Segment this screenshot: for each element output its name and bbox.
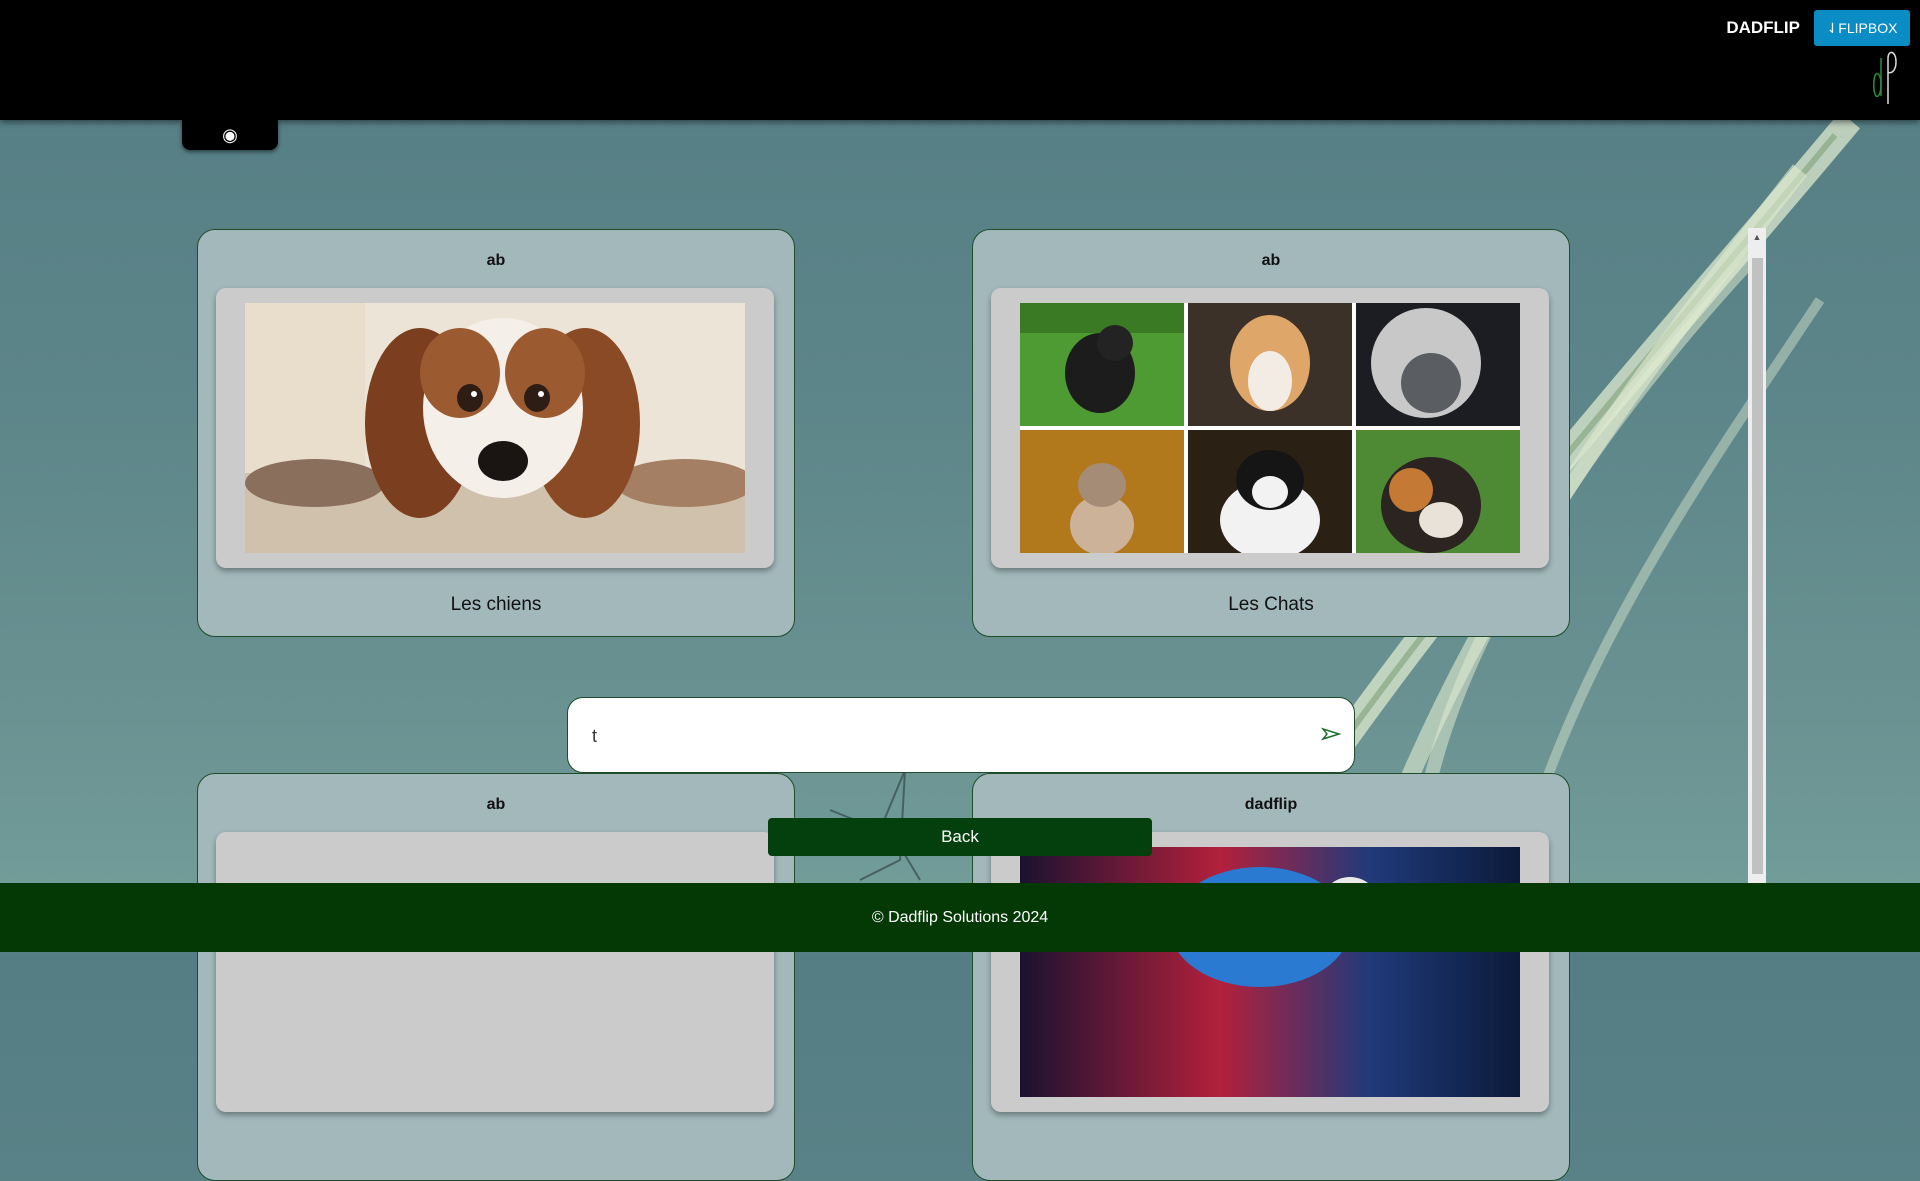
post-card[interactable]: ab Les chiens [197,229,795,637]
scrollbar-thumb[interactable] [1752,258,1763,874]
post-card[interactable]: ab [972,229,1570,637]
card-author[interactable]: dadflip [973,796,1569,814]
footer: © Dadflip Solutions 2024 [0,883,1920,952]
scrollbar[interactable]: ▲ [1748,228,1766,888]
card-image-frame [216,288,774,568]
cat-collage[interactable] [1020,303,1520,553]
cat-photo [1356,303,1520,426]
radio-dot-icon: ◉ [222,124,238,145]
send-icon[interactable] [1320,723,1342,745]
brand-name[interactable]: DADFLIP [1726,18,1800,38]
scroll-up-icon[interactable]: ▲ [1748,228,1766,246]
card-image-frame [991,288,1549,568]
message-input[interactable] [590,718,1294,754]
cat-photo [1020,430,1184,553]
cat-photo [1188,303,1352,426]
back-button[interactable]: Back [768,818,1152,856]
message-input-box [567,697,1355,773]
card-title[interactable]: Les chiens [198,594,794,616]
card-image-frame [216,832,774,1112]
dog-photo[interactable] [245,303,745,553]
flipbox-button[interactable]: ⇃FLIPBOX [1814,10,1910,46]
copyright-text: © Dadflip Solutions 2024 [871,908,1049,926]
cat-photo [1356,430,1520,553]
post-card[interactable]: ab [197,773,795,1181]
top-header: DADFLIP ⇃FLIPBOX [0,0,1920,120]
cat-photo [1020,303,1184,426]
card-author[interactable]: ab [973,252,1569,270]
card-author[interactable]: ab [198,796,794,814]
cat-photo [1188,430,1352,553]
dadflip-logo-icon[interactable] [1870,48,1900,104]
card-author[interactable]: ab [198,252,794,270]
card-title[interactable]: Les Chats [973,594,1569,616]
card-image-frame [991,832,1549,1112]
menu-toggle-button[interactable]: ◉ [182,120,278,150]
